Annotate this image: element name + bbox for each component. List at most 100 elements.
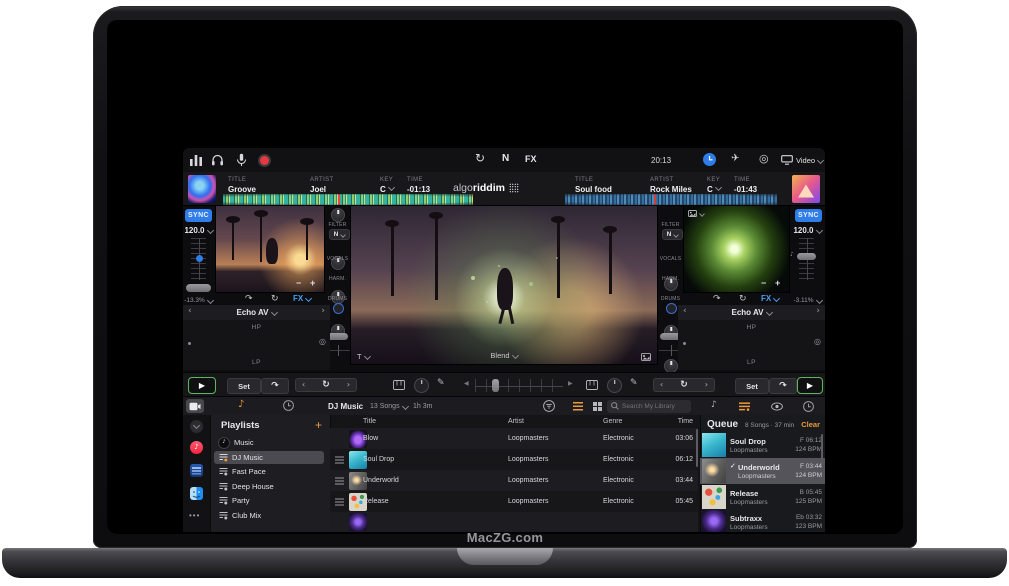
target-record-icon[interactable]: ◎ bbox=[759, 153, 769, 164]
fx-xy-pad[interactable]: HP LP ◎ bbox=[678, 320, 825, 370]
loop-icon[interactable]: ↻ bbox=[739, 295, 747, 304]
deck-right-play-button[interactable]: ▶ bbox=[797, 377, 823, 394]
crossfader-right-arrow[interactable]: ▶ bbox=[568, 381, 573, 387]
tab-history[interactable] bbox=[283, 400, 294, 411]
blend-mode-selector[interactable]: Blend bbox=[351, 351, 657, 360]
queue-clear-button[interactable]: Clear bbox=[801, 420, 820, 429]
next-fx-arrow[interactable]: › bbox=[816, 307, 820, 316]
levels-icon[interactable] bbox=[189, 154, 203, 166]
fx-selector-bar[interactable]: ‹ Echo AV › bbox=[183, 305, 330, 321]
zoom-out-button[interactable]: − bbox=[761, 278, 766, 288]
tab-queue[interactable] bbox=[739, 402, 750, 411]
crossfader-left-arrow[interactable]: ◀ bbox=[464, 381, 469, 387]
tempo-slider-handle[interactable] bbox=[797, 253, 816, 260]
playlist-item-deep-house[interactable]: Deep House bbox=[214, 480, 324, 493]
zoom-out-button[interactable]: − bbox=[296, 278, 301, 288]
video-source-selector[interactable] bbox=[688, 210, 704, 217]
prev-fx-arrow[interactable]: ‹ bbox=[188, 307, 192, 316]
finder-source-icon[interactable] bbox=[190, 487, 203, 500]
neural-mix-button[interactable]: N bbox=[502, 153, 509, 164]
deck-left-play-button[interactable]: ▶ bbox=[188, 377, 216, 394]
column-header-genre[interactable]: Genre bbox=[603, 418, 622, 425]
add-playlist-button[interactable]: + bbox=[315, 418, 322, 432]
record-icon[interactable] bbox=[260, 156, 269, 165]
loop-icon[interactable]: ↻ bbox=[680, 381, 688, 390]
deck-right-harmony-knob[interactable] bbox=[664, 359, 678, 373]
grid-view-icon[interactable] bbox=[593, 402, 602, 411]
deck-left-pitch-bend[interactable] bbox=[186, 284, 211, 292]
zoom-in-button[interactable]: + bbox=[775, 278, 780, 288]
collapse-sources-button[interactable] bbox=[190, 420, 203, 433]
deck-right-tempo-percent[interactable]: -3.11% bbox=[791, 297, 824, 304]
deck-right-waveform[interactable] bbox=[565, 194, 777, 205]
session-timer-icon[interactable] bbox=[703, 153, 716, 166]
deck-left-bpm[interactable]: 120.0 bbox=[183, 226, 214, 235]
queue-scrollbar[interactable] bbox=[821, 434, 823, 464]
playlist-item-dj-music-selected[interactable]: DJ Music bbox=[214, 451, 324, 464]
deck-left-sync-button[interactable]: SYNC bbox=[185, 209, 212, 222]
loop-double-arrow[interactable]: › bbox=[705, 381, 708, 389]
prev-fx-arrow[interactable]: ‹ bbox=[683, 307, 687, 316]
deck-right-neural-button[interactable]: N bbox=[662, 229, 683, 240]
tab-my-library[interactable]: ♪ bbox=[238, 400, 244, 410]
playlist-item-party[interactable]: Party bbox=[214, 494, 324, 507]
video-library-button[interactable] bbox=[186, 399, 204, 413]
videos-source-icon[interactable] bbox=[190, 464, 203, 477]
deck-right-bend-button[interactable]: ↷ bbox=[769, 378, 797, 394]
deck-right-cue-set-button[interactable]: Set bbox=[735, 378, 769, 394]
crossfader[interactable] bbox=[475, 379, 563, 392]
microphone-icon[interactable] bbox=[236, 153, 247, 167]
loop-icon[interactable]: ↻ bbox=[322, 381, 330, 390]
deck-left-waveform[interactable] bbox=[223, 194, 473, 205]
loop-icon[interactable]: ↻ bbox=[271, 295, 279, 304]
deck-right-key[interactable]: C bbox=[707, 185, 721, 194]
keyboard-shortcuts-icon[interactable] bbox=[586, 380, 598, 390]
apple-music-source-icon[interactable]: ♪ bbox=[190, 441, 203, 454]
pitch-bend-icon[interactable]: ↷ bbox=[245, 295, 253, 304]
loop-halve-arrow[interactable]: ‹ bbox=[660, 381, 663, 389]
deck-left-neural-button[interactable]: N bbox=[329, 229, 350, 240]
deck-right-cue-knob[interactable] bbox=[666, 303, 677, 314]
deck-left-video-preview[interactable]: − + bbox=[215, 205, 325, 293]
fx-selector-bar[interactable]: ‹ Echo AV › bbox=[678, 305, 825, 321]
queue-row[interactable]: Release Loopmasters B 05:45 125 BPM bbox=[700, 484, 825, 510]
queue-row[interactable]: Soul Drop Loopmasters F 06:12 124 BPM bbox=[700, 432, 825, 458]
pitch-bend-icon[interactable]: ↷ bbox=[713, 295, 721, 304]
column-header-artist[interactable]: Artist bbox=[508, 418, 524, 425]
table-row[interactable]: Underworld Loopmasters Electronic 03:44 bbox=[330, 470, 698, 491]
edit-pencil-icon[interactable]: ✎ bbox=[437, 379, 445, 388]
tempo-slider-handle[interactable] bbox=[196, 255, 203, 262]
deck-right-loop-control[interactable]: ‹ ↻ › bbox=[653, 378, 715, 392]
deck-left-loop-control[interactable]: ‹ ↻ › bbox=[295, 378, 357, 392]
table-row[interactable]: Soul Drop Loopmasters Electronic 06:12 bbox=[330, 449, 698, 470]
deck-right-sync-button[interactable]: SYNC bbox=[795, 209, 822, 222]
keyboard-shortcuts-icon[interactable] bbox=[393, 380, 405, 390]
deck-right-video-preview[interactable]: − + bbox=[683, 205, 790, 293]
tab-preview[interactable] bbox=[771, 402, 783, 411]
column-header-time[interactable]: Time bbox=[653, 418, 693, 425]
loop-mode-icon[interactable]: ↻ bbox=[475, 152, 485, 164]
loop-halve-arrow[interactable]: ‹ bbox=[302, 381, 305, 389]
zoom-in-button[interactable]: + bbox=[310, 278, 315, 288]
table-row[interactable]: Blow Loopmasters Electronic 03:06 bbox=[330, 428, 698, 449]
deck-left-gain-knob[interactable] bbox=[414, 378, 429, 393]
main-video-display[interactable]: T Blend bbox=[350, 205, 658, 365]
search-input[interactable] bbox=[622, 400, 687, 413]
deck-right-fx-toggle[interactable]: FX bbox=[761, 294, 779, 303]
table-row[interactable]: Release Loopmasters Electronic 05:45 bbox=[330, 491, 698, 512]
automix-icon[interactable]: ✈ bbox=[731, 154, 739, 164]
deck-left-cue-set-button[interactable]: Set bbox=[227, 378, 261, 394]
library-search[interactable] bbox=[607, 400, 691, 413]
deck-left-cue-knob[interactable] bbox=[333, 303, 344, 314]
image-icon[interactable] bbox=[641, 353, 651, 361]
deck-left-filter-knob[interactable] bbox=[331, 208, 345, 222]
column-header-title[interactable]: Title bbox=[363, 418, 376, 425]
edit-pencil-icon[interactable]: ✎ bbox=[630, 379, 638, 388]
deck-right-tempo-slider[interactable] bbox=[799, 238, 814, 280]
deck-right-gain-knob[interactable] bbox=[607, 378, 622, 393]
next-fx-arrow[interactable]: › bbox=[321, 307, 325, 316]
deck-left-bend-button[interactable]: ↷ bbox=[261, 378, 289, 394]
crossfader-handle[interactable] bbox=[492, 379, 499, 392]
tab-queue-songs[interactable]: ♪ bbox=[711, 401, 717, 410]
list-view-icon[interactable] bbox=[573, 402, 583, 412]
